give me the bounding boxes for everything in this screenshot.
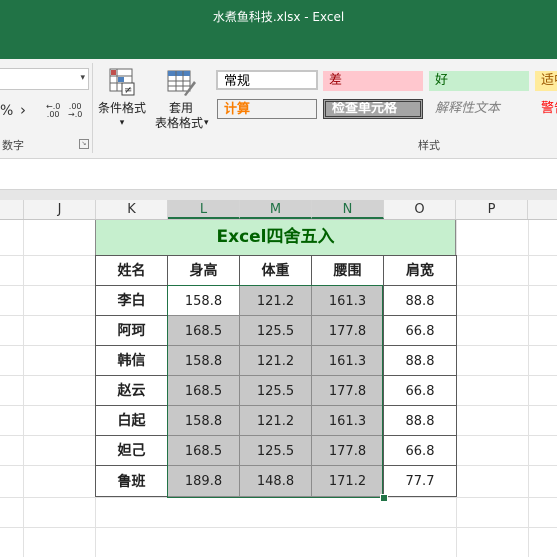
gridline xyxy=(528,220,529,557)
title-bar: 水煮鱼科技.xlsx - Excel xyxy=(0,0,557,59)
style-neutral[interactable]: 适中 xyxy=(535,71,557,91)
gridline xyxy=(0,527,557,528)
style-explanatory[interactable]: 解释性文本 xyxy=(429,99,529,119)
table-cell[interactable]: 158.8 xyxy=(167,405,240,436)
table-cell[interactable]: 88.8 xyxy=(383,285,457,316)
percent-style-button[interactable]: % xyxy=(0,103,13,119)
table-cell[interactable]: 66.8 xyxy=(383,435,457,466)
svg-text:≠: ≠ xyxy=(124,85,132,96)
format-as-table-label-1: 套用 xyxy=(168,101,193,115)
window-title: 水煮鱼科技.xlsx - Excel xyxy=(212,10,345,24)
style-normal[interactable]: 常规 xyxy=(216,70,318,90)
gridline xyxy=(23,220,24,557)
column-header-partial-right[interactable] xyxy=(528,200,557,219)
chevron-down-icon: ▾ xyxy=(80,73,85,83)
worksheet-grid[interactable]: Excel四舍五入 姓名 身高 体重 腰围 肩宽 李白 158.8 121.2 161.3 88.… xyxy=(0,220,557,557)
formula-bar[interactable] xyxy=(0,159,557,190)
table-cell[interactable]: 88.8 xyxy=(383,345,457,376)
table-cell[interactable]: 189.8 xyxy=(167,465,240,497)
table-row-name-cell[interactable]: 赵云 xyxy=(95,375,168,406)
table-title[interactable]: Excel四舍五入 xyxy=(95,220,456,255)
style-warning[interactable]: 警告文本 xyxy=(535,99,557,119)
table-cell[interactable]: 66.8 xyxy=(383,375,457,406)
table-cell[interactable]: 125.5 xyxy=(239,375,312,406)
table-row-name-cell[interactable]: 妲己 xyxy=(95,435,168,466)
table-cell[interactable]: 66.8 xyxy=(383,315,457,346)
table-header-cell[interactable]: 体重 xyxy=(239,255,312,286)
dialog-launcher-icon[interactable]: ↘ xyxy=(79,139,89,149)
style-calculation[interactable]: 计算 xyxy=(217,99,317,119)
table-row-name-cell[interactable]: 阿珂 xyxy=(95,315,168,346)
table-cell[interactable]: 177.8 xyxy=(311,315,384,346)
column-header-j[interactable]: J xyxy=(24,200,96,219)
style-good[interactable]: 好 xyxy=(429,71,529,91)
number-group-label: 数字 xyxy=(2,139,24,152)
table-cell[interactable]: 177.8 xyxy=(311,375,384,406)
ribbon: ▾ % › ←.0 .00 .00 →.0 数字 ↘ ≠ 条件格式 ▾ 套用 表… xyxy=(0,59,557,159)
decrease-decimal-icon-part: →.0 xyxy=(68,110,83,119)
table-cell[interactable]: 121.2 xyxy=(239,285,312,316)
comma-style-button[interactable]: › xyxy=(20,101,26,119)
format-as-table-button[interactable]: 套用 表格格式 ▾ xyxy=(150,65,212,133)
table-row-name-cell[interactable]: 白起 xyxy=(95,405,168,436)
table-cell[interactable]: 161.3 xyxy=(311,285,384,316)
conditional-formatting-icon: ≠ xyxy=(109,68,135,96)
column-header-n[interactable]: N xyxy=(312,200,384,219)
table-cell[interactable]: 158.8 xyxy=(167,345,240,376)
column-header-o[interactable]: O xyxy=(384,200,456,219)
column-header-l[interactable]: L xyxy=(168,200,240,219)
column-header-row: J K L M N O P xyxy=(0,200,557,220)
table-cell[interactable]: 158.8 xyxy=(167,285,240,316)
table-cell[interactable]: 177.8 xyxy=(311,435,384,466)
number-format-dropdown[interactable]: ▾ xyxy=(0,68,89,90)
chevron-down-icon: ▾ xyxy=(119,118,125,128)
increase-decimal-icon-part: .00 xyxy=(46,110,60,119)
column-header-m[interactable]: M xyxy=(240,200,312,219)
style-bad[interactable]: 差 xyxy=(323,71,423,91)
table-header-cell[interactable]: 腰围 xyxy=(311,255,384,286)
column-header-k[interactable]: K xyxy=(96,200,168,219)
increase-decimal-button[interactable]: ←.0 .00 xyxy=(46,103,60,119)
table-cell[interactable]: 168.5 xyxy=(167,435,240,466)
column-header-p[interactable]: P xyxy=(456,200,528,219)
table-cell[interactable]: 148.8 xyxy=(239,465,312,497)
group-divider xyxy=(92,63,93,153)
formula-bar-gap xyxy=(0,190,557,200)
table-cell[interactable]: 168.5 xyxy=(167,375,240,406)
table-header-cell[interactable]: 肩宽 xyxy=(383,255,457,286)
table-cell[interactable]: 171.2 xyxy=(311,465,384,497)
table-cell[interactable]: 121.2 xyxy=(239,345,312,376)
styles-group-label: 样式 xyxy=(418,139,440,152)
column-header-partial[interactable] xyxy=(0,200,24,219)
conditional-formatting-button[interactable]: ≠ 条件格式 ▾ xyxy=(96,65,148,133)
table-cell[interactable]: 125.5 xyxy=(239,435,312,466)
table-cell[interactable]: 161.3 xyxy=(311,405,384,436)
table-cell[interactable]: 125.5 xyxy=(239,315,312,346)
decrease-decimal-button[interactable]: .00 →.0 xyxy=(68,103,82,119)
table-row-name-cell[interactable]: 韩信 xyxy=(95,345,168,376)
table-cell[interactable]: 161.3 xyxy=(311,345,384,376)
style-check-cell[interactable]: 检查单元格 xyxy=(323,99,423,119)
format-as-table-label-2: 表格格式 xyxy=(154,116,203,130)
table-format-icon xyxy=(167,70,196,96)
table-header-cell[interactable]: 身高 xyxy=(167,255,240,286)
table-cell[interactable]: 88.8 xyxy=(383,405,457,436)
table-cell[interactable]: 121.2 xyxy=(239,405,312,436)
table-cell[interactable]: 77.7 xyxy=(383,465,457,497)
table-header-cell[interactable]: 姓名 xyxy=(95,255,168,286)
chevron-down-icon: ▾ xyxy=(204,118,209,128)
table-row-name-cell[interactable]: 鲁班 xyxy=(95,465,168,497)
conditional-formatting-label: 条件格式 xyxy=(97,101,146,115)
table-cell[interactable]: 168.5 xyxy=(167,315,240,346)
fill-handle[interactable] xyxy=(380,494,388,502)
table-row-name-cell[interactable]: 李白 xyxy=(95,285,168,316)
